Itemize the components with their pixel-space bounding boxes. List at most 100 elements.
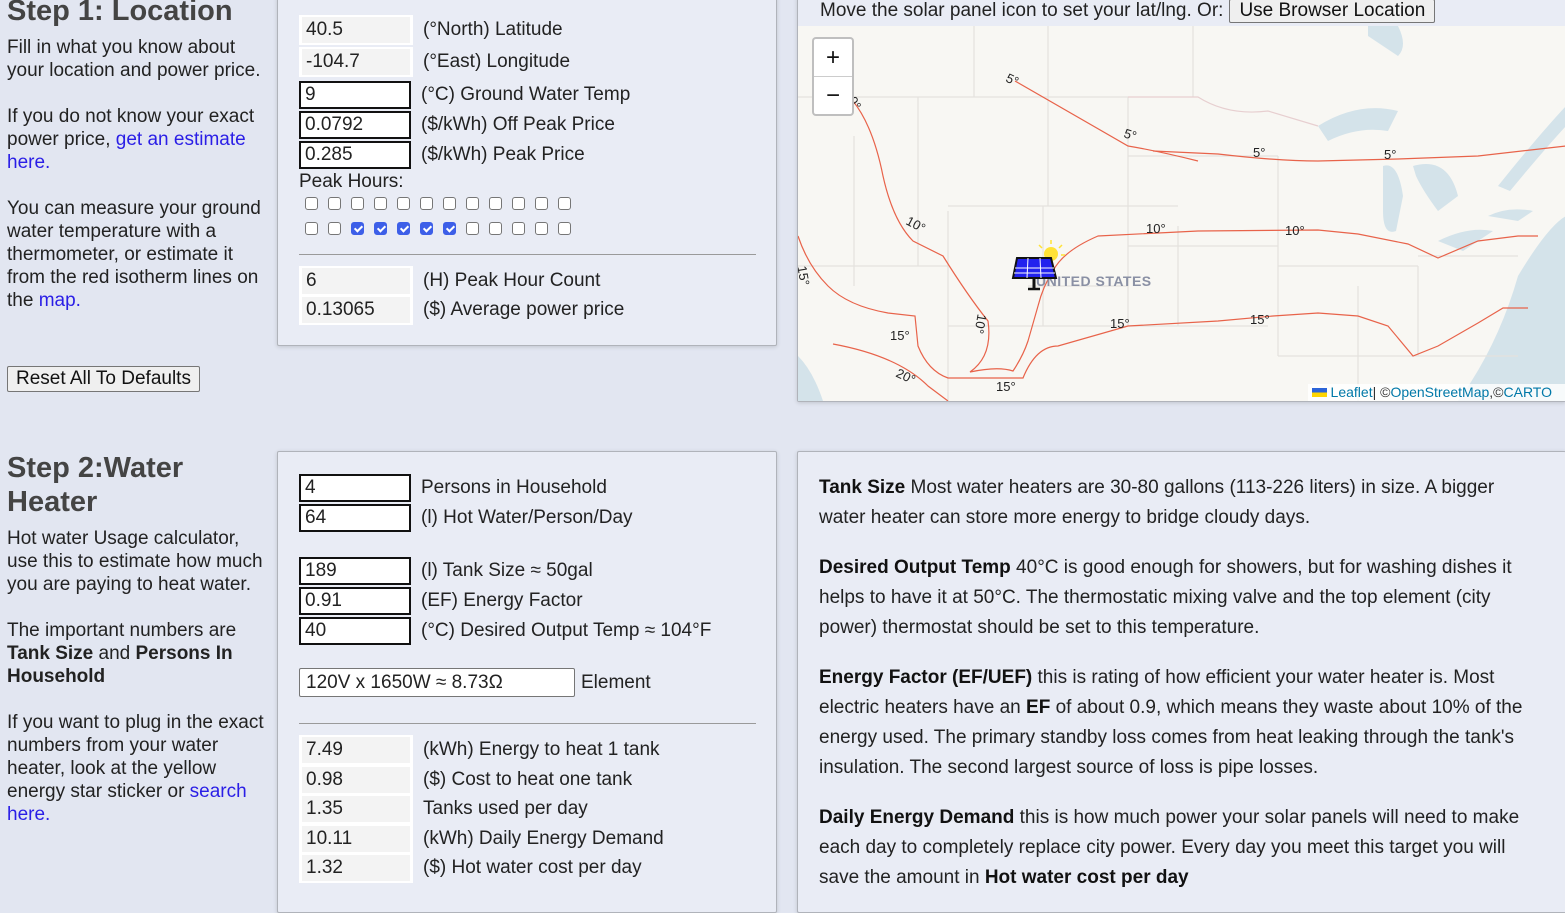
cost-tank-field: 0.98 — [299, 765, 413, 795]
cost-day-field: 1.32 — [299, 853, 413, 883]
peak-hour-checkbox-pm-8[interactable] — [489, 222, 502, 235]
isotherm-label: 10° — [1285, 223, 1305, 238]
peak-hour-checkbox-am-5[interactable] — [420, 197, 433, 210]
cost-day-label: ($) Hot water cost per day — [423, 857, 642, 878]
peak-hour-count-label: (H) Peak Hour Count — [423, 270, 601, 291]
reset-defaults-button[interactable]: Reset All To Defaults — [7, 366, 200, 392]
isotherm-label: 15° — [1250, 312, 1270, 327]
isotherm-5-west — [1014, 80, 1199, 162]
map-instruction-row: Move the solar panel icon to set your la… — [820, 0, 1436, 23]
peak-hour-checkbox-am-3[interactable] — [374, 197, 387, 210]
peak-hour-checkbox-pm-4[interactable] — [397, 222, 410, 235]
peak-hour-checkbox-pm-5[interactable] — [420, 222, 433, 235]
output-temp-input[interactable]: 40 — [299, 617, 411, 645]
pacific-ocean — [798, 356, 823, 401]
peak-hours-pm-row — [305, 222, 581, 235]
longitude-field[interactable]: -104.7 — [299, 47, 413, 77]
info-output-temp: Desired Output Temp 40°C is good enough … — [819, 557, 1512, 638]
map-panel: Move the solar panel icon to set your la… — [797, 0, 1565, 402]
cost-tank-label: ($) Cost to heat one tank — [423, 769, 633, 790]
step2-title: Step 2:Water Heater — [7, 452, 184, 518]
average-price-field: 0.13065 — [299, 295, 413, 325]
peak-hour-checkbox-am-1[interactable] — [328, 197, 341, 210]
step1-title: Step 1: Location — [7, 0, 233, 27]
plug-help: If you want to plug in the exact numbers… — [7, 712, 264, 825]
map-link[interactable]: map. — [39, 290, 81, 311]
peak-hour-checkbox-am-6[interactable] — [443, 197, 456, 210]
energy-tank-label: (kWh) Energy to heat 1 tank — [423, 739, 660, 760]
zoom-in-button[interactable]: + — [814, 39, 852, 77]
step2-intro: Hot water Usage calculator, use this to … — [7, 528, 263, 595]
hot-water-label: (l) Hot Water/Person/Day — [421, 507, 633, 528]
peak-hour-checkbox-am-7[interactable] — [466, 197, 479, 210]
element-label: Element — [581, 671, 651, 693]
important-numbers: The important numbers are Tank Size and … — [7, 620, 237, 687]
leaflet-link[interactable]: Leaflet — [1331, 384, 1373, 400]
location-panel: 40.5 (°North) Latitude -104.7 (°East) Lo… — [277, 0, 777, 346]
peak-hour-checkbox-pm-11[interactable] — [558, 222, 571, 235]
peak-hour-checkbox-pm-2[interactable] — [351, 222, 364, 235]
isotherm-label: 5° — [1384, 147, 1396, 162]
persons-label: Persons in Household — [421, 477, 607, 498]
step2-sidebar: Step 2:Water Heater Hot water Usage calc… — [7, 451, 265, 849]
peak-hour-checkbox-am-10[interactable] — [535, 197, 548, 210]
heater-panel: 4 Persons in Household 64 (l) Hot Water/… — [277, 451, 777, 913]
map-attribution: Leaflet | © OpenStreetMap ,© CARTO — [1307, 384, 1565, 401]
info-daily-demand: Daily Energy Demand this is how much pow… — [819, 807, 1520, 888]
isotherm-label: 20° — [894, 365, 918, 387]
info-energy-factor: Energy Factor (EF/UEF) this is rating of… — [819, 667, 1523, 778]
hot-water-input[interactable]: 64 — [299, 504, 411, 532]
peak-hour-checkbox-pm-7[interactable] — [466, 222, 479, 235]
ground-temp-input[interactable]: 9 — [299, 81, 411, 109]
peak-hour-checkbox-am-11[interactable] — [558, 197, 571, 210]
average-price-label: ($) Average power price — [423, 299, 625, 320]
latitude-field[interactable]: 40.5 — [299, 15, 413, 45]
energy-factor-input[interactable]: 0.91 — [299, 587, 411, 615]
peak-hour-checkbox-am-4[interactable] — [397, 197, 410, 210]
map[interactable]: 5° 5° 5° 5° 0° 10° 10° 10° 10° 15° 15° 1… — [798, 26, 1565, 401]
off-peak-price-input[interactable]: 0.0792 — [299, 111, 411, 139]
peak-hour-checkbox-am-9[interactable] — [512, 197, 525, 210]
persons-input[interactable]: 4 — [299, 474, 411, 502]
lake-huron — [1413, 164, 1458, 211]
peak-price-input[interactable]: 0.285 — [299, 141, 411, 169]
ground-temp-label: (°C) Ground Water Temp — [421, 84, 631, 105]
peak-hour-checkbox-am-8[interactable] — [489, 197, 502, 210]
isotherm-labels: 5° 5° 5° 5° 0° 10° 10° 10° 10° 15° 15° 1… — [798, 70, 1396, 394]
map-tiles[interactable]: 5° 5° 5° 5° 0° 10° 10° 10° 10° 15° 15° 1… — [798, 26, 1565, 401]
osm-link[interactable]: OpenStreetMap — [1390, 384, 1489, 400]
isotherm-label: 5° — [1253, 145, 1265, 160]
isotherm-label: 15° — [1110, 316, 1130, 331]
isotherm-label: 10° — [971, 313, 989, 335]
divider — [299, 723, 756, 724]
peak-hours-am-row — [305, 197, 581, 210]
peak-hour-checkbox-pm-1[interactable] — [328, 222, 341, 235]
peak-price-label: ($/kWh) Peak Price — [421, 144, 585, 165]
longitude-label: (°East) Longitude — [423, 51, 571, 72]
carto-link[interactable]: CARTO — [1504, 384, 1553, 400]
isotherm-label: 15° — [890, 328, 910, 343]
isotherm-0 — [852, 100, 1538, 373]
isotherm-label: 15° — [996, 379, 1016, 394]
peak-hours-label: Peak Hours: — [299, 171, 404, 192]
step1-intro: Fill in what you know about your locatio… — [7, 37, 261, 81]
tanks-day-label: Tanks used per day — [423, 798, 588, 819]
peak-hour-checkbox-pm-9[interactable] — [512, 222, 525, 235]
zoom-out-button[interactable]: − — [814, 77, 852, 114]
peak-hour-checkbox-pm-0[interactable] — [305, 222, 318, 235]
isotherm-label: 5° — [1004, 70, 1022, 89]
lake-michigan — [1383, 165, 1403, 232]
peak-hour-checkbox-am-2[interactable] — [351, 197, 364, 210]
peak-hour-checkbox-pm-3[interactable] — [374, 222, 387, 235]
daily-demand-label: (kWh) Daily Energy Demand — [423, 828, 664, 849]
st-lawrence — [1498, 107, 1565, 191]
peak-hour-count-field: 6 — [299, 266, 413, 296]
use-browser-location-button[interactable]: Use Browser Location — [1229, 0, 1436, 23]
element-select[interactable]: 120V x 1650W ≈ 8.73Ω — [299, 668, 575, 697]
canada-border — [1128, 96, 1319, 127]
peak-hour-checkbox-pm-6[interactable] — [443, 222, 456, 235]
peak-hour-checkbox-am-0[interactable] — [305, 197, 318, 210]
isotherm-label: 5° — [1122, 126, 1138, 144]
peak-hour-checkbox-pm-10[interactable] — [535, 222, 548, 235]
tank-size-input[interactable]: 189 — [299, 557, 411, 585]
